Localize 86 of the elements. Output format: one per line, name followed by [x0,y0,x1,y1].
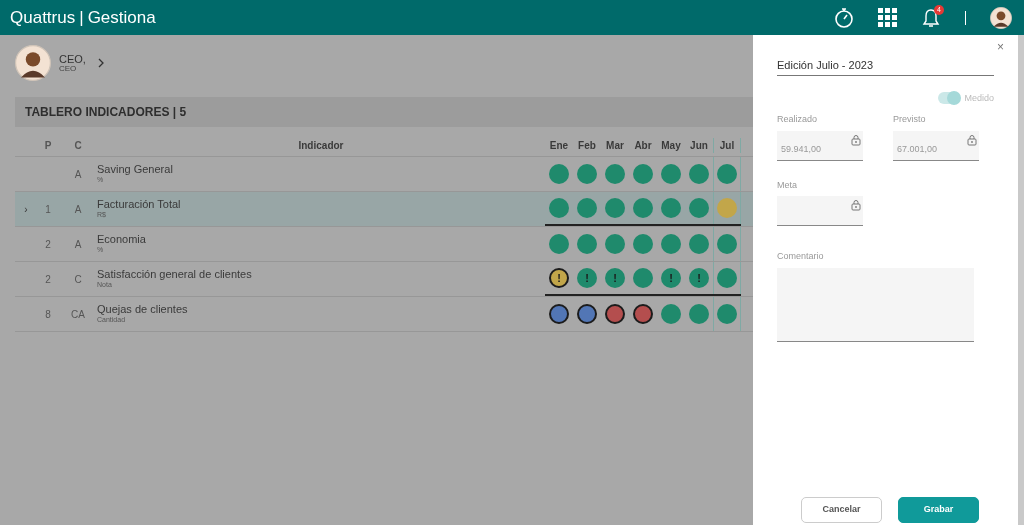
alert-status-dot[interactable]: ! [577,268,597,288]
status-dot[interactable] [549,164,569,184]
status-dot[interactable] [549,304,569,324]
status-dot[interactable] [661,164,681,184]
status-dot[interactable] [549,234,569,254]
field-label: Realizado [777,113,819,126]
status-dot[interactable] [717,268,737,288]
category-cell: A [74,168,82,180]
status-dot[interactable] [661,304,681,324]
chevron-icon[interactable] [97,58,105,68]
status-dot[interactable] [717,198,737,218]
close-button[interactable]: × [997,41,1004,53]
user-name: CEO, [59,52,86,65]
column-header: C [74,140,82,151]
status-dot[interactable] [605,198,625,218]
status-dot[interactable] [717,234,737,254]
month-header: Mar [605,139,625,153]
profile-avatar[interactable] [15,45,51,81]
save-button[interactable]: Grabar [898,497,979,523]
status-dot[interactable] [605,304,625,324]
input-field[interactable] [777,196,863,226]
status-dot[interactable] [633,234,653,254]
status-dot[interactable] [689,234,709,254]
status-dot[interactable] [605,234,625,254]
panel-title: Edición Julio - 2023 [777,57,994,76]
indicator-name: Quejas de clientes [97,302,189,315]
priority-cell: 2 [45,273,51,285]
status-dot[interactable] [717,164,737,184]
status-dot[interactable] [577,304,597,324]
status-dot[interactable] [689,198,709,218]
column-header: Indicador [298,140,344,151]
category-cell: A [74,238,82,250]
status-dot[interactable] [717,304,737,324]
priority-cell: 8 [45,308,51,320]
status-dot[interactable] [633,304,653,324]
month-header: Abr [633,139,653,153]
scrollbar[interactable] [1018,35,1024,525]
status-dot[interactable] [605,164,625,184]
comment-field[interactable] [777,267,974,342]
status-dot[interactable] [633,164,653,184]
cancel-button[interactable]: Cancelar [801,497,882,523]
toggle-label: Medido [964,91,994,105]
column-header: P [44,140,52,151]
indicator-name: Facturación Total [97,197,182,210]
status-dot[interactable] [689,164,709,184]
alert-status-dot[interactable]: ! [605,268,625,288]
priority-cell: 2 [45,238,51,250]
field-label: Previsto [893,113,927,126]
status-dot[interactable] [577,164,597,184]
brand-divider: | [79,6,84,29]
alert-status-dot[interactable]: ! [661,268,681,288]
indicator-name: Economia [97,232,147,245]
status-dot[interactable] [633,198,653,218]
board-title: TABLERO INDICADORES | 5 [25,104,187,121]
month-header: Ene [548,139,570,153]
status-dot[interactable] [549,198,569,218]
status-dot[interactable] [633,268,653,288]
input-field[interactable]: 67.001,00 [893,130,979,161]
indicator-name: Satisfacción general de clientes [97,267,253,280]
alert-status-dot[interactable]: ! [549,268,569,288]
status-dot[interactable] [577,234,597,254]
field-label: Comentario [777,250,825,263]
brand-name: Quattrus [10,6,76,29]
status-dot[interactable] [661,234,681,254]
user-avatar[interactable] [990,6,1012,29]
module-name: Gestiona [87,6,156,29]
month-header: Jun [689,139,709,153]
user-role: CEO [59,64,77,74]
month-header: May [660,139,682,153]
status-dot[interactable] [689,304,709,324]
bell-icon[interactable] [921,7,941,28]
category-cell: A [74,203,82,215]
category-cell: CA [71,308,85,320]
month-header: Feb [577,139,597,153]
month-header: Jul [713,138,741,153]
status-dot[interactable] [577,198,597,218]
field-label: Meta [777,178,798,192]
expand-toggle[interactable]: › [24,203,28,215]
status-dot[interactable] [661,198,681,218]
priority-cell: 1 [45,203,51,215]
indicator-name: Saving General [97,162,174,175]
stopwatch-icon[interactable] [834,7,854,28]
category-cell: C [74,273,82,285]
apps-grid-icon[interactable] [878,8,897,27]
input-field[interactable]: 59.941,00 [777,130,863,161]
alert-status-dot[interactable]: ! [689,268,709,288]
